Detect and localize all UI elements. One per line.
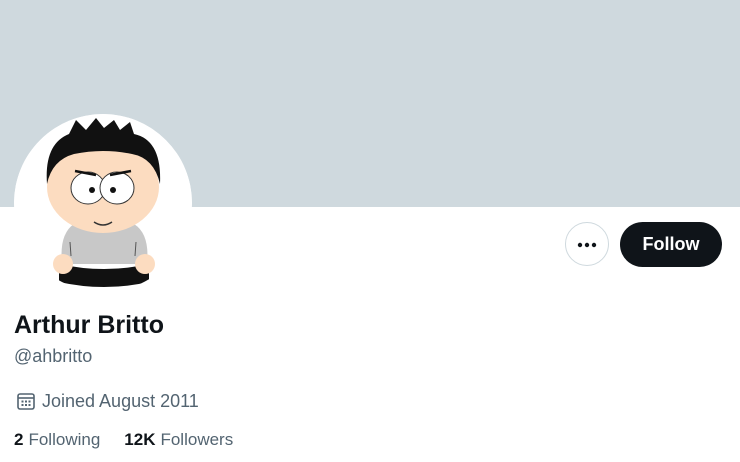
avatar-cartoon-image	[14, 114, 192, 292]
avatar[interactable]	[14, 114, 192, 292]
calendar-icon	[15, 390, 37, 412]
more-horizontal-icon	[577, 235, 597, 253]
joined-date-text: Joined August 2011	[42, 390, 199, 411]
following-label: Following	[28, 430, 101, 449]
follow-button-label: Follow	[642, 234, 700, 254]
user-handle: @ahbritto	[14, 346, 93, 366]
followers-count: 12K	[124, 430, 156, 449]
more-options-button[interactable]	[565, 222, 609, 266]
followers-label: Followers	[160, 430, 234, 449]
follow-button[interactable]: Follow	[620, 222, 722, 267]
joined-date: Joined August 2011	[15, 390, 199, 412]
following-count: 2	[14, 430, 24, 449]
followers-link[interactable]: 12K Followers	[124, 430, 233, 450]
following-link[interactable]: 2 Following	[14, 430, 100, 450]
profile-stats: 2 Following 12K Followers	[14, 430, 233, 450]
display-name: Arthur Britto	[14, 311, 164, 339]
profile-header: Follow Arthur Britto @ahbritto Joined Au…	[0, 0, 740, 462]
